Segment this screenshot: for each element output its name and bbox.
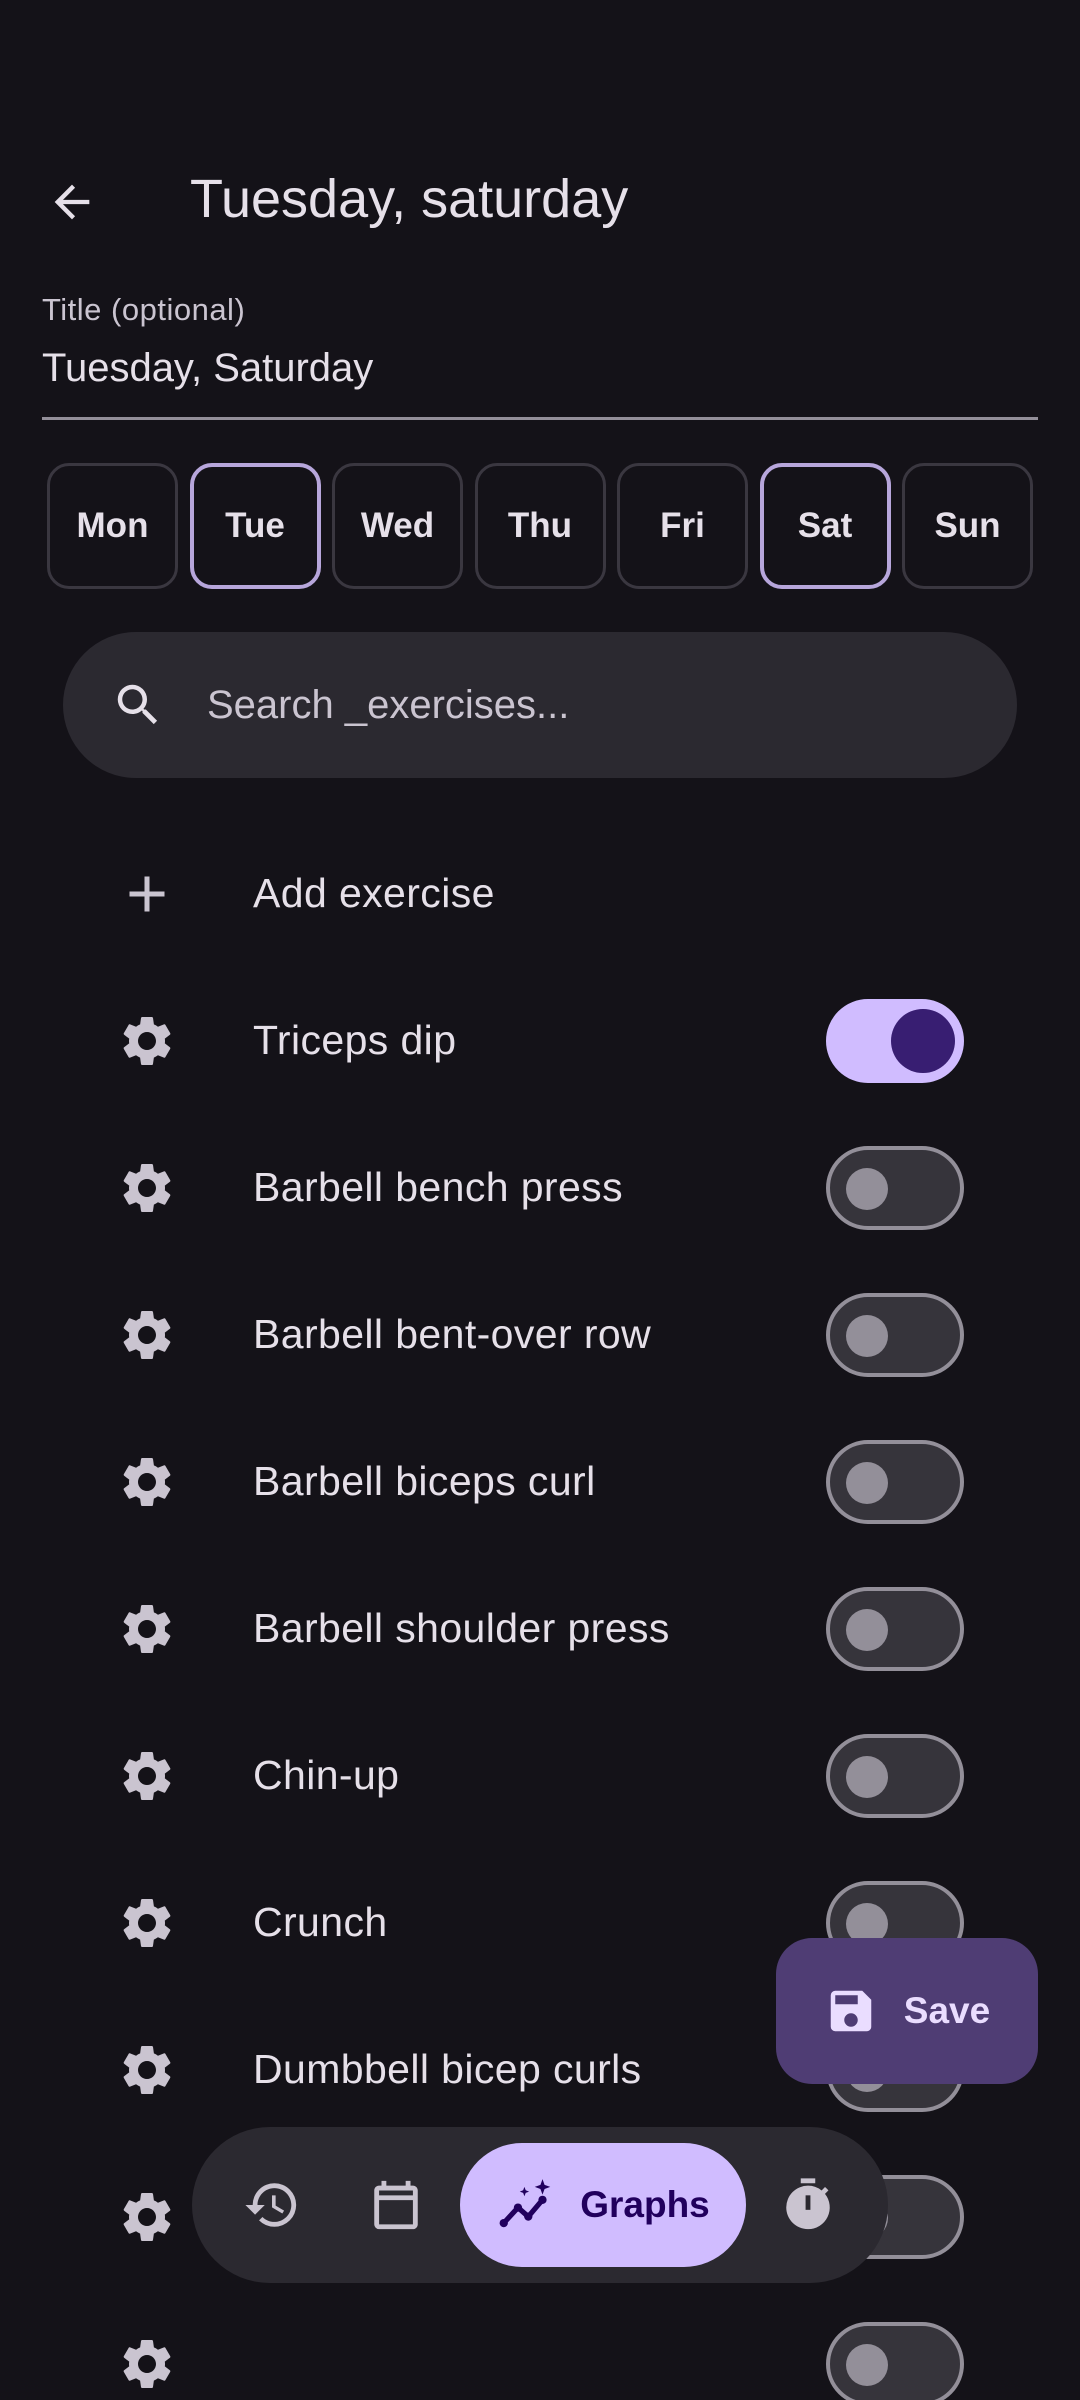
list-item[interactable]: Barbell shoulder press <box>0 1555 1080 1702</box>
add-exercise-row[interactable]: Add exercise <box>0 820 1080 967</box>
nav-timer[interactable] <box>758 2127 858 2283</box>
save-icon <box>830 1990 872 2032</box>
settings-icon[interactable] <box>112 1300 182 1370</box>
add-icon <box>112 859 182 929</box>
exercise-name: Barbell biceps curl <box>253 1458 596 1504</box>
exercise-toggle[interactable] <box>826 1145 964 1230</box>
nav-plans[interactable] <box>346 2127 446 2283</box>
settings-icon[interactable] <box>112 1153 182 1223</box>
settings-icon[interactable] <box>112 1006 182 1076</box>
exercise-toggle[interactable] <box>826 1439 964 1524</box>
toggle-thumb <box>846 2343 888 2386</box>
graphs-icon <box>499 2179 551 2228</box>
title-field[interactable]: Title (optional) <box>42 292 1038 420</box>
search-input[interactable] <box>207 682 907 728</box>
nav-graphs-label: Graphs <box>580 2184 710 2225</box>
toggle-thumb <box>891 1008 955 1073</box>
day-chip-fri[interactable]: Fri <box>617 463 748 589</box>
day-chip-sat[interactable]: Sat <box>759 463 891 589</box>
day-chip-tue[interactable]: Tue <box>189 463 321 589</box>
list-item[interactable]: Barbell bent-over row <box>0 1261 1080 1408</box>
search-bar[interactable] <box>63 632 1017 778</box>
exercise-toggle[interactable] <box>826 1292 964 1377</box>
exercise-name: Chin-up <box>253 1752 400 1798</box>
exercise-name: Dumbbell bicep curls <box>253 2046 642 2092</box>
top-app-bar: Tuesday, saturday <box>0 140 1080 260</box>
save-button[interactable]: Save <box>776 1938 1038 2084</box>
day-chip-wed[interactable]: Wed <box>332 463 463 589</box>
exercise-toggle[interactable] <box>826 2321 964 2400</box>
toggle-thumb <box>846 1314 888 1357</box>
day-chip-sun[interactable]: Sun <box>902 463 1033 589</box>
exercise-name: Triceps dip <box>253 1017 457 1063</box>
settings-icon[interactable] <box>112 2035 182 2105</box>
toggle-thumb <box>846 1608 888 1651</box>
toggle-thumb <box>846 1461 888 1504</box>
day-selector: Mon Tue Wed Thu Fri Sat Sun <box>47 463 1033 589</box>
exercise-toggle[interactable] <box>826 1733 964 1818</box>
exercise-name: Barbell bent-over row <box>253 1311 652 1357</box>
nav-graphs[interactable]: Graphs <box>460 2143 746 2267</box>
history-icon <box>245 2183 297 2227</box>
toggle-thumb <box>846 1755 888 1798</box>
settings-icon[interactable] <box>112 1888 182 1958</box>
list-item[interactable]: Barbell bench press <box>0 1114 1080 1261</box>
settings-icon[interactable] <box>112 1594 182 1664</box>
exercise-toggle[interactable] <box>826 998 964 1083</box>
save-button-label: Save <box>903 1990 991 2031</box>
list-item[interactable] <box>0 2290 1080 2400</box>
day-chip-mon[interactable]: Mon <box>47 463 178 589</box>
calendar-icon <box>374 2180 418 2230</box>
list-item[interactable]: Chin-up <box>0 1702 1080 1849</box>
settings-icon[interactable] <box>112 2329 182 2399</box>
day-chip-thu[interactable]: Thu <box>474 463 606 589</box>
settings-icon[interactable] <box>112 1741 182 1811</box>
title-input[interactable] <box>42 346 1038 391</box>
arrow-back-icon <box>54 184 90 220</box>
exercise-toggle[interactable] <box>826 1586 964 1671</box>
timer-icon <box>786 2178 830 2230</box>
toggle-thumb <box>846 1167 888 1210</box>
search-icon <box>117 684 158 725</box>
exercise-name: Barbell shoulder press <box>253 1605 670 1651</box>
page-title: Tuesday, saturday <box>190 169 629 229</box>
add-exercise-label: Add exercise <box>253 870 495 916</box>
list-item[interactable]: Triceps dip <box>0 967 1080 1114</box>
title-field-label: Title (optional) <box>42 292 246 327</box>
exercise-name: Crunch <box>253 1899 388 1945</box>
list-item[interactable]: Barbell biceps curl <box>0 1408 1080 1555</box>
settings-icon[interactable] <box>112 1447 182 1517</box>
nav-history[interactable] <box>222 2127 322 2283</box>
bottom-navigation: Graphs <box>192 2127 888 2283</box>
exercise-name: Barbell bench press <box>253 1164 623 1210</box>
settings-icon[interactable] <box>112 2182 182 2252</box>
back-button[interactable] <box>30 160 114 244</box>
